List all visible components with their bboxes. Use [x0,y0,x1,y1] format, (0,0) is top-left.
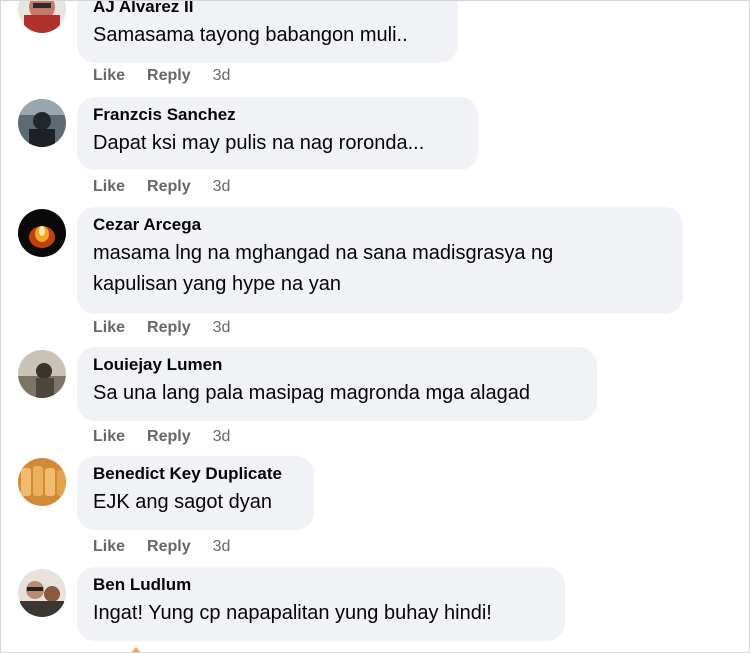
comment-text: EJK ang sagot dyan [93,491,273,513]
like-link[interactable]: Like [93,537,125,557]
avatar[interactable] [18,569,66,617]
timestamp[interactable]: 3d [213,427,231,447]
comment-text: Dapat ksi may pulis na nag roronda... [93,132,425,154]
reaction-icon [125,645,147,652]
timestamp[interactable]: 3d [213,537,231,557]
like-link[interactable]: Like [93,427,125,447]
reply-link[interactable]: Reply [147,537,191,557]
avatar[interactable] [18,1,66,33]
comment-bubble: Cezar Arcega masama lng na mghangad na s… [77,207,683,314]
timestamp[interactable]: 3d [213,318,231,338]
comment-bubble: Franzcis Sanchez Dapat ksi may pulis na … [77,97,478,170]
comment-author[interactable]: Cezar Arcega [93,215,667,235]
reply-link[interactable]: Reply [147,427,191,447]
comment-bubble: Louiejay Lumen Sa una lang pala masipag … [77,347,597,421]
comment-author[interactable]: Louiejay Lumen [93,355,581,375]
comment-text-line: kapulisan yang hype na yan [93,273,341,295]
reply-link[interactable]: Reply [147,66,191,86]
comment-text-line: masama lng na mghangad na sana madisgras… [93,242,554,264]
comment-text: Samasama tayong babangon muli.. [93,24,408,46]
comment-author[interactable]: AJ Alvarez II [93,1,442,17]
avatar[interactable] [18,99,66,147]
comment-actions: Like Reply 3d [93,537,230,557]
comment-actions: Like Reply 3d [93,427,230,447]
comment-actions: Like Reply 3d [93,318,230,338]
like-link[interactable]: Like [93,66,125,86]
avatar[interactable] [18,458,66,506]
comment-actions: Like Reply 3d [93,177,230,197]
comments-panel: AJ Alvarez II Samasama tayong babangon m… [0,0,750,653]
comment-bubble: Benedict Key Duplicate EJK ang sagot dya… [77,456,314,530]
like-link[interactable]: Like [93,177,125,197]
timestamp[interactable]: 3d [213,66,231,86]
avatar[interactable] [18,350,66,398]
comment-text: Sa una lang pala masipag magronda mga al… [93,382,530,404]
comment-text: Ingat! Yung cp napapalitan yung buhay hi… [93,602,492,624]
comment-author[interactable]: Ben Ludlum [93,575,549,595]
like-link[interactable]: Like [93,318,125,338]
avatar[interactable] [18,209,66,257]
reply-link[interactable]: Reply [147,318,191,338]
comment-actions: Like Reply 3d [93,66,230,86]
reply-link[interactable]: Reply [147,177,191,197]
comment-bubble: Ben Ludlum Ingat! Yung cp napapalitan yu… [77,567,565,641]
comment-author[interactable]: Franzcis Sanchez [93,105,462,125]
comment-bubble: AJ Alvarez II Samasama tayong babangon m… [77,1,458,63]
timestamp[interactable]: 3d [213,177,231,197]
comment-author[interactable]: Benedict Key Duplicate [93,464,298,484]
